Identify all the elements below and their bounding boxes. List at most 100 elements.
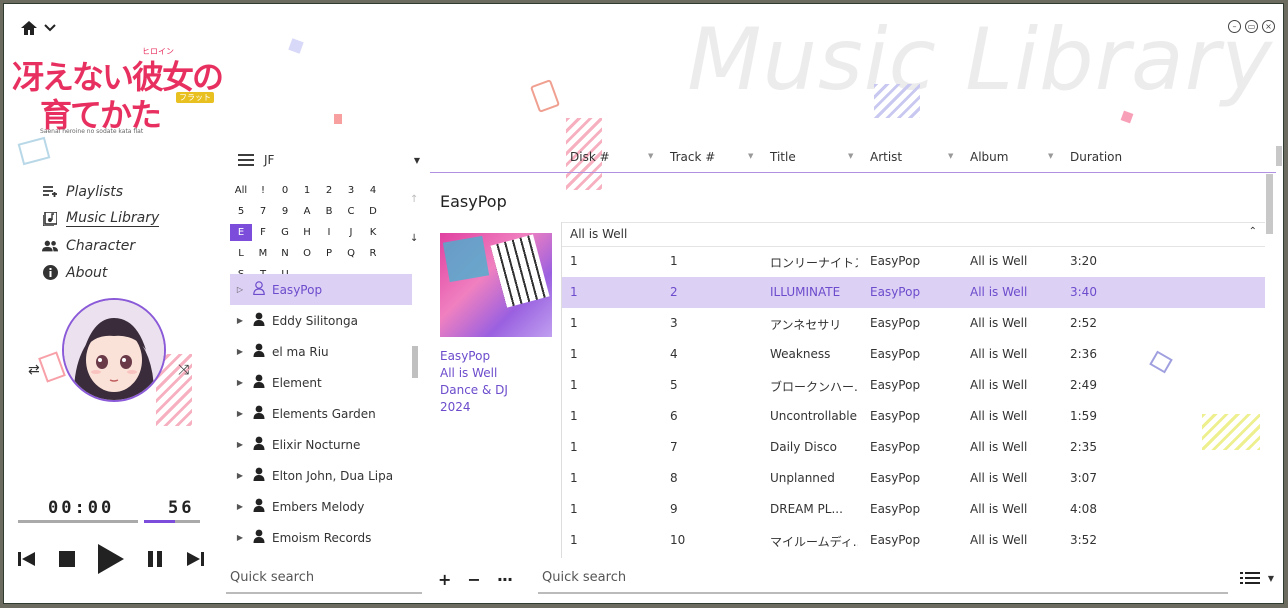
artist-item[interactable]: ▶ Embers Melody	[230, 491, 412, 522]
alphabet-letter[interactable]: A	[296, 203, 318, 220]
alphabet-letter[interactable]: M	[252, 245, 274, 262]
group-selector[interactable]: JF ▼	[238, 150, 420, 170]
alphabet-letter[interactable]: 5	[230, 203, 252, 220]
progress-bar[interactable]	[18, 520, 138, 523]
play-icon[interactable]	[98, 544, 124, 574]
column-header[interactable]: Disk # ▼	[570, 150, 653, 164]
sidebar-item-music-library[interactable]: Music Library	[42, 205, 160, 232]
collapse-icon[interactable]: ⌃	[1249, 226, 1257, 237]
table-row[interactable]: 1 9 DREAM PL... EasyPop All is Well 4:08	[562, 494, 1265, 525]
artist-item[interactable]: ▷ EasyPop	[230, 274, 412, 305]
alphabet-letter[interactable]: B	[318, 203, 340, 220]
column-header[interactable]: Duration	[1070, 150, 1122, 164]
expand-icon[interactable]: ▶	[230, 502, 250, 511]
alphabet-letter[interactable]: Q	[340, 245, 362, 262]
sidebar-item-playlists[interactable]: Playlists	[42, 178, 159, 205]
artist-item[interactable]: ▶ Element	[230, 367, 412, 398]
table-row[interactable]: 1 1 ロンリーナイトス... EasyPop All is Well 3:20	[562, 246, 1265, 277]
alphabet-letter[interactable]: K	[362, 224, 384, 241]
alphabet-letter[interactable]: J	[340, 224, 362, 241]
alphabet-letter[interactable]: 4	[362, 182, 384, 199]
table-row[interactable]: 1 3 アンネセサリ EasyPop All is Well 2:52	[562, 308, 1265, 339]
volume-bar[interactable]	[144, 520, 200, 523]
expand-icon[interactable]: ▶	[230, 316, 250, 325]
next-icon[interactable]	[186, 551, 204, 567]
album-info-artist[interactable]: EasyPop	[440, 348, 508, 365]
alphabet-letter[interactable]: H	[296, 224, 318, 241]
pause-icon[interactable]	[147, 551, 163, 567]
table-row[interactable]: 1 7 Daily Disco EasyPop All is Well 2:35	[562, 432, 1265, 463]
expand-icon[interactable]: ▷	[230, 285, 250, 294]
column-header[interactable]: Title ▼	[770, 150, 853, 164]
alphabet-letter[interactable]: 3	[340, 182, 362, 199]
artist-item[interactable]: ▶ Emoism Records	[230, 522, 412, 553]
alphabet-letter[interactable]: C	[340, 203, 362, 220]
remove-icon[interactable]: −	[467, 570, 480, 589]
alphabet-letter[interactable]: 1	[296, 182, 318, 199]
column-header[interactable]: Album ▼	[970, 150, 1053, 164]
artist-item[interactable]: ▶ Eddy Silitonga	[230, 305, 412, 336]
character-avatar[interactable]	[62, 298, 166, 402]
artist-item[interactable]: ▶ Elton John, Dua Lipa	[230, 460, 412, 491]
alphabet-letter[interactable]: E	[230, 224, 252, 241]
view-selector[interactable]: ▼	[1239, 572, 1274, 584]
table-row[interactable]: 1 6 Uncontrollable EasyPop All is Well 1:59	[562, 401, 1265, 432]
restore-icon[interactable]: ▭	[1245, 20, 1258, 33]
table-row[interactable]: 1 10 マイルームディ... EasyPop All is Well 3:52	[562, 525, 1265, 556]
cell-disk: 1	[570, 254, 578, 268]
artist-scrollbar[interactable]	[412, 346, 418, 378]
album-cover[interactable]	[440, 233, 552, 337]
home-menu[interactable]	[20, 20, 56, 36]
previous-icon[interactable]	[18, 551, 36, 567]
alphabet-letter[interactable]: R	[362, 245, 384, 262]
expand-icon[interactable]: ▶	[230, 533, 250, 542]
expand-icon[interactable]: ▶	[230, 378, 250, 387]
alphabet-letter[interactable]: 7	[252, 203, 274, 220]
album-info-album[interactable]: All is Well	[440, 365, 508, 382]
sidebar-item-about[interactable]: About	[42, 259, 159, 286]
artist-search-input[interactable]: Quick search	[226, 570, 422, 594]
sidebar-item-character[interactable]: Character	[42, 232, 159, 259]
stop-icon[interactable]	[59, 551, 75, 567]
table-row[interactable]: 1 8 Unplanned EasyPop All is Well 3:07	[562, 463, 1265, 494]
album-info-year[interactable]: 2024	[440, 399, 508, 416]
arrow-up-icon[interactable]: ↑	[410, 194, 418, 205]
alphabet-letter[interactable]: D	[362, 203, 384, 220]
minimize-icon[interactable]: –	[1228, 20, 1241, 33]
alphabet-letter[interactable]: F	[252, 224, 274, 241]
header-scrollbar[interactable]	[1276, 146, 1282, 166]
table-row[interactable]: 1 5 ブロークンハー... EasyPop All is Well 2:49	[562, 370, 1265, 401]
alphabet-letter[interactable]: All	[230, 182, 252, 199]
alphabet-letter[interactable]: N	[274, 245, 296, 262]
alphabet-letter[interactable]: 2	[318, 182, 340, 199]
arrow-down-icon[interactable]: ↓	[410, 233, 418, 244]
shuffle-icon[interactable]: ⤨	[178, 362, 189, 378]
track-scrollbar[interactable]	[1266, 174, 1273, 234]
alphabet-letter[interactable]: G	[274, 224, 296, 241]
alphabet-letter[interactable]: !	[252, 182, 274, 199]
more-icon[interactable]: ···	[497, 570, 513, 589]
alphabet-letter[interactable]: 0	[274, 182, 296, 199]
close-icon[interactable]: ×	[1262, 20, 1275, 33]
alphabet-letter[interactable]: O	[296, 245, 318, 262]
table-row[interactable]: 1 2 ILLUMINATE EasyPop All is Well 3:40	[562, 277, 1265, 308]
expand-icon[interactable]: ▶	[230, 471, 250, 480]
artist-item[interactable]: ▶ Elixir Nocturne	[230, 429, 412, 460]
disc-group-row[interactable]: All is Well ⌃	[562, 222, 1265, 247]
table-row[interactable]: 1 4 Weakness EasyPop All is Well 2:36	[562, 339, 1265, 370]
artist-item[interactable]: ▶ Elements Garden	[230, 398, 412, 429]
column-header[interactable]: Track # ▼	[670, 150, 753, 164]
alphabet-letter[interactable]: L	[230, 245, 252, 262]
column-header[interactable]: Artist ▼	[870, 150, 953, 164]
alphabet-letter[interactable]: 9	[274, 203, 296, 220]
artist-item[interactable]: ▶ el ma Riu	[230, 336, 412, 367]
track-search-input[interactable]: Quick search	[538, 566, 1228, 594]
repeat-icon[interactable]: ⇄	[28, 362, 40, 378]
expand-icon[interactable]: ▶	[230, 409, 250, 418]
expand-icon[interactable]: ▶	[230, 440, 250, 449]
album-info-genre[interactable]: Dance & DJ	[440, 382, 508, 399]
expand-icon[interactable]: ▶	[230, 347, 250, 356]
alphabet-letter[interactable]: I	[318, 224, 340, 241]
add-icon[interactable]: +	[438, 570, 451, 589]
alphabet-letter[interactable]: P	[318, 245, 340, 262]
